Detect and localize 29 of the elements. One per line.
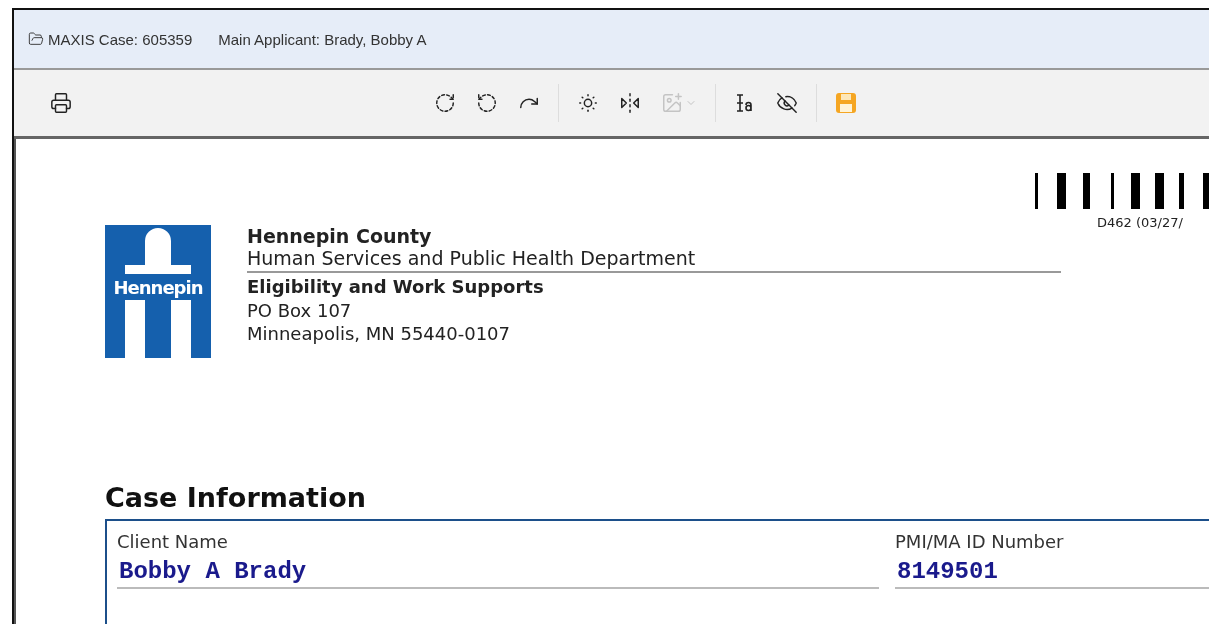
image-icon <box>661 92 683 114</box>
brightness-icon <box>577 92 599 114</box>
field-label: Client Name <box>117 531 229 552</box>
brightness-button[interactable] <box>577 92 599 114</box>
print-icon <box>50 92 72 114</box>
field-value: Bobby A Brady <box>117 552 879 589</box>
case-number: MAXIS Case: 605359 <box>28 30 193 48</box>
save-icon <box>835 92 857 114</box>
unit-name: Eligibility and Work Supports <box>247 275 545 299</box>
rotate-counterclockwise-icon <box>476 92 498 114</box>
rotate-cw-button[interactable] <box>434 92 456 114</box>
field-value: 8149501 <box>895 552 1209 589</box>
applicant-name: Main Applicant: Brady, Bobby A <box>218 30 427 48</box>
department-name: Human Services and Public Health Department <box>247 247 1061 273</box>
form-code: D462 (03/27/ <box>1097 215 1184 230</box>
hide-icon <box>776 92 798 114</box>
address-line: PO Box 107 <box>247 299 353 322</box>
rotate-clockwise-icon <box>434 92 456 114</box>
hide-button[interactable] <box>776 92 798 114</box>
field-label: PMI/MA ID Number <box>895 531 1065 552</box>
folder-icon <box>28 31 44 47</box>
flip-button[interactable] <box>619 92 641 114</box>
flip-icon <box>619 92 641 114</box>
rotate-ccw-button[interactable] <box>476 92 498 114</box>
county-logo: Hennepin <box>105 225 211 358</box>
print-button[interactable] <box>50 92 72 114</box>
address-line: Minneapolis, MN 55440-0107 <box>247 322 511 345</box>
section-title: Case Information <box>105 482 367 513</box>
organization-name: Hennepin County <box>247 225 433 247</box>
